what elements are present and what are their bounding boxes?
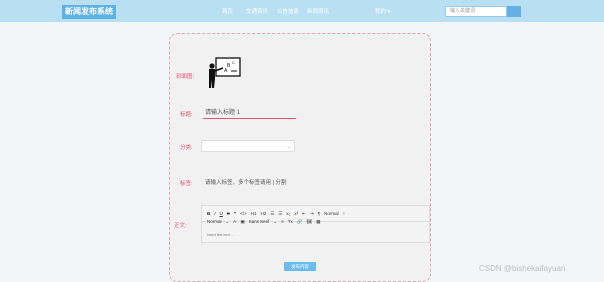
cover-label: 封面图: (176, 74, 195, 80)
nav-my-menu[interactable]: 我的 ▾ (375, 7, 390, 15)
tags-input[interactable]: 请输入标签，多个标签请用 | 分割 (205, 178, 287, 186)
divider-icon[interactable]: ÷ (343, 211, 345, 216)
editor-toolbar-row-2: Normal ⌄ A ▣ Sans Serif ⌄ ≡ Tx 🔗 🖼 ▦ (207, 219, 324, 225)
heading-1-icon[interactable]: H1 (251, 211, 257, 216)
header-select[interactable]: Normal (207, 219, 222, 224)
chevron-down-icon: ▾ (387, 9, 391, 15)
rich-text-editor[interactable]: B I U S ❝ </> H1 H2 ☰ ☰ x₂ x² ⇤ ⇥ ¶ Normal ÷ Normal ⌄ A ▣ Sa… (201, 205, 430, 243)
nav-my-label: 我的 (375, 9, 387, 15)
strike-icon[interactable]: S (227, 211, 230, 216)
watermark: CSDN @bishekaifayuan (479, 264, 566, 273)
title-input[interactable]: 请输入标题 1 (203, 108, 296, 119)
size-select[interactable]: Normal (324, 211, 339, 216)
outdent-icon[interactable]: ⇤ (302, 211, 306, 216)
tags-label: 标签: (180, 181, 193, 187)
category-select[interactable]: ⌄ (201, 140, 295, 152)
chevron-down-icon[interactable]: ⌄ (273, 219, 277, 224)
video-icon[interactable]: ▦ (316, 219, 320, 224)
bullet-list-icon[interactable]: ☰ (278, 211, 282, 216)
link-icon[interactable]: 🔗 (297, 219, 303, 224)
editor-toolbar-row-1: B I U S ❝ </> H1 H2 ☰ ☰ x₂ x² ⇤ ⇥ ¶ Normal ÷ (207, 211, 349, 217)
nav-traffic-news[interactable]: 交通资讯 (246, 7, 268, 15)
clear-format-icon[interactable]: Tx (288, 219, 293, 224)
code-icon[interactable]: </> (240, 211, 247, 216)
title-label: 标题: (180, 112, 193, 118)
indent-icon[interactable]: ⇥ (310, 211, 314, 216)
teacher-blackboard-icon: B C A (209, 57, 241, 88)
underline-icon[interactable]: U (220, 211, 223, 216)
background-color-icon[interactable]: ▣ (240, 219, 244, 224)
cover-image-upload[interactable]: B C A (207, 57, 241, 94)
italic-icon[interactable]: I (214, 211, 215, 216)
content-label: 正文: (174, 223, 187, 229)
align-icon[interactable]: ≡ (281, 219, 284, 224)
image-icon[interactable]: 🖼 (306, 219, 312, 224)
editor-content[interactable]: Insert text here ... (207, 233, 234, 237)
search-input[interactable]: 输入关键词 (445, 6, 507, 17)
chevron-down-icon[interactable]: ⌄ (226, 219, 230, 224)
search-button[interactable] (507, 6, 521, 17)
submit-button[interactable]: 发布内容 (284, 262, 316, 271)
blockquote-icon[interactable]: ❝ (234, 211, 236, 216)
text-direction-icon[interactable]: ¶ (318, 211, 320, 216)
bold-icon[interactable]: B (207, 211, 210, 216)
site-logo[interactable]: 新闻发布系统 (62, 5, 116, 19)
nav-news[interactable]: 新闻资讯 (307, 7, 329, 15)
chevron-down-icon: ⌄ (286, 144, 291, 150)
ordered-list-icon[interactable]: ☰ (270, 211, 274, 216)
text-color-icon[interactable]: A (233, 219, 236, 224)
superscript-icon[interactable]: x² (294, 211, 298, 216)
font-select[interactable]: Sans Serif (249, 219, 270, 224)
svg-text:C: C (232, 60, 235, 65)
category-label: 分类: (180, 145, 193, 151)
nav-announcements[interactable]: 公告信息 (277, 7, 299, 15)
heading-2-icon[interactable]: H2 (260, 211, 266, 216)
subscript-icon[interactable]: x₂ (286, 211, 290, 216)
nav-home[interactable]: 首页 (222, 7, 233, 15)
top-navigation-bar: 新闻发布系统 首页 交通资讯 公告信息 新闻资讯 我的 ▾ 输入关键词 (0, 0, 604, 22)
